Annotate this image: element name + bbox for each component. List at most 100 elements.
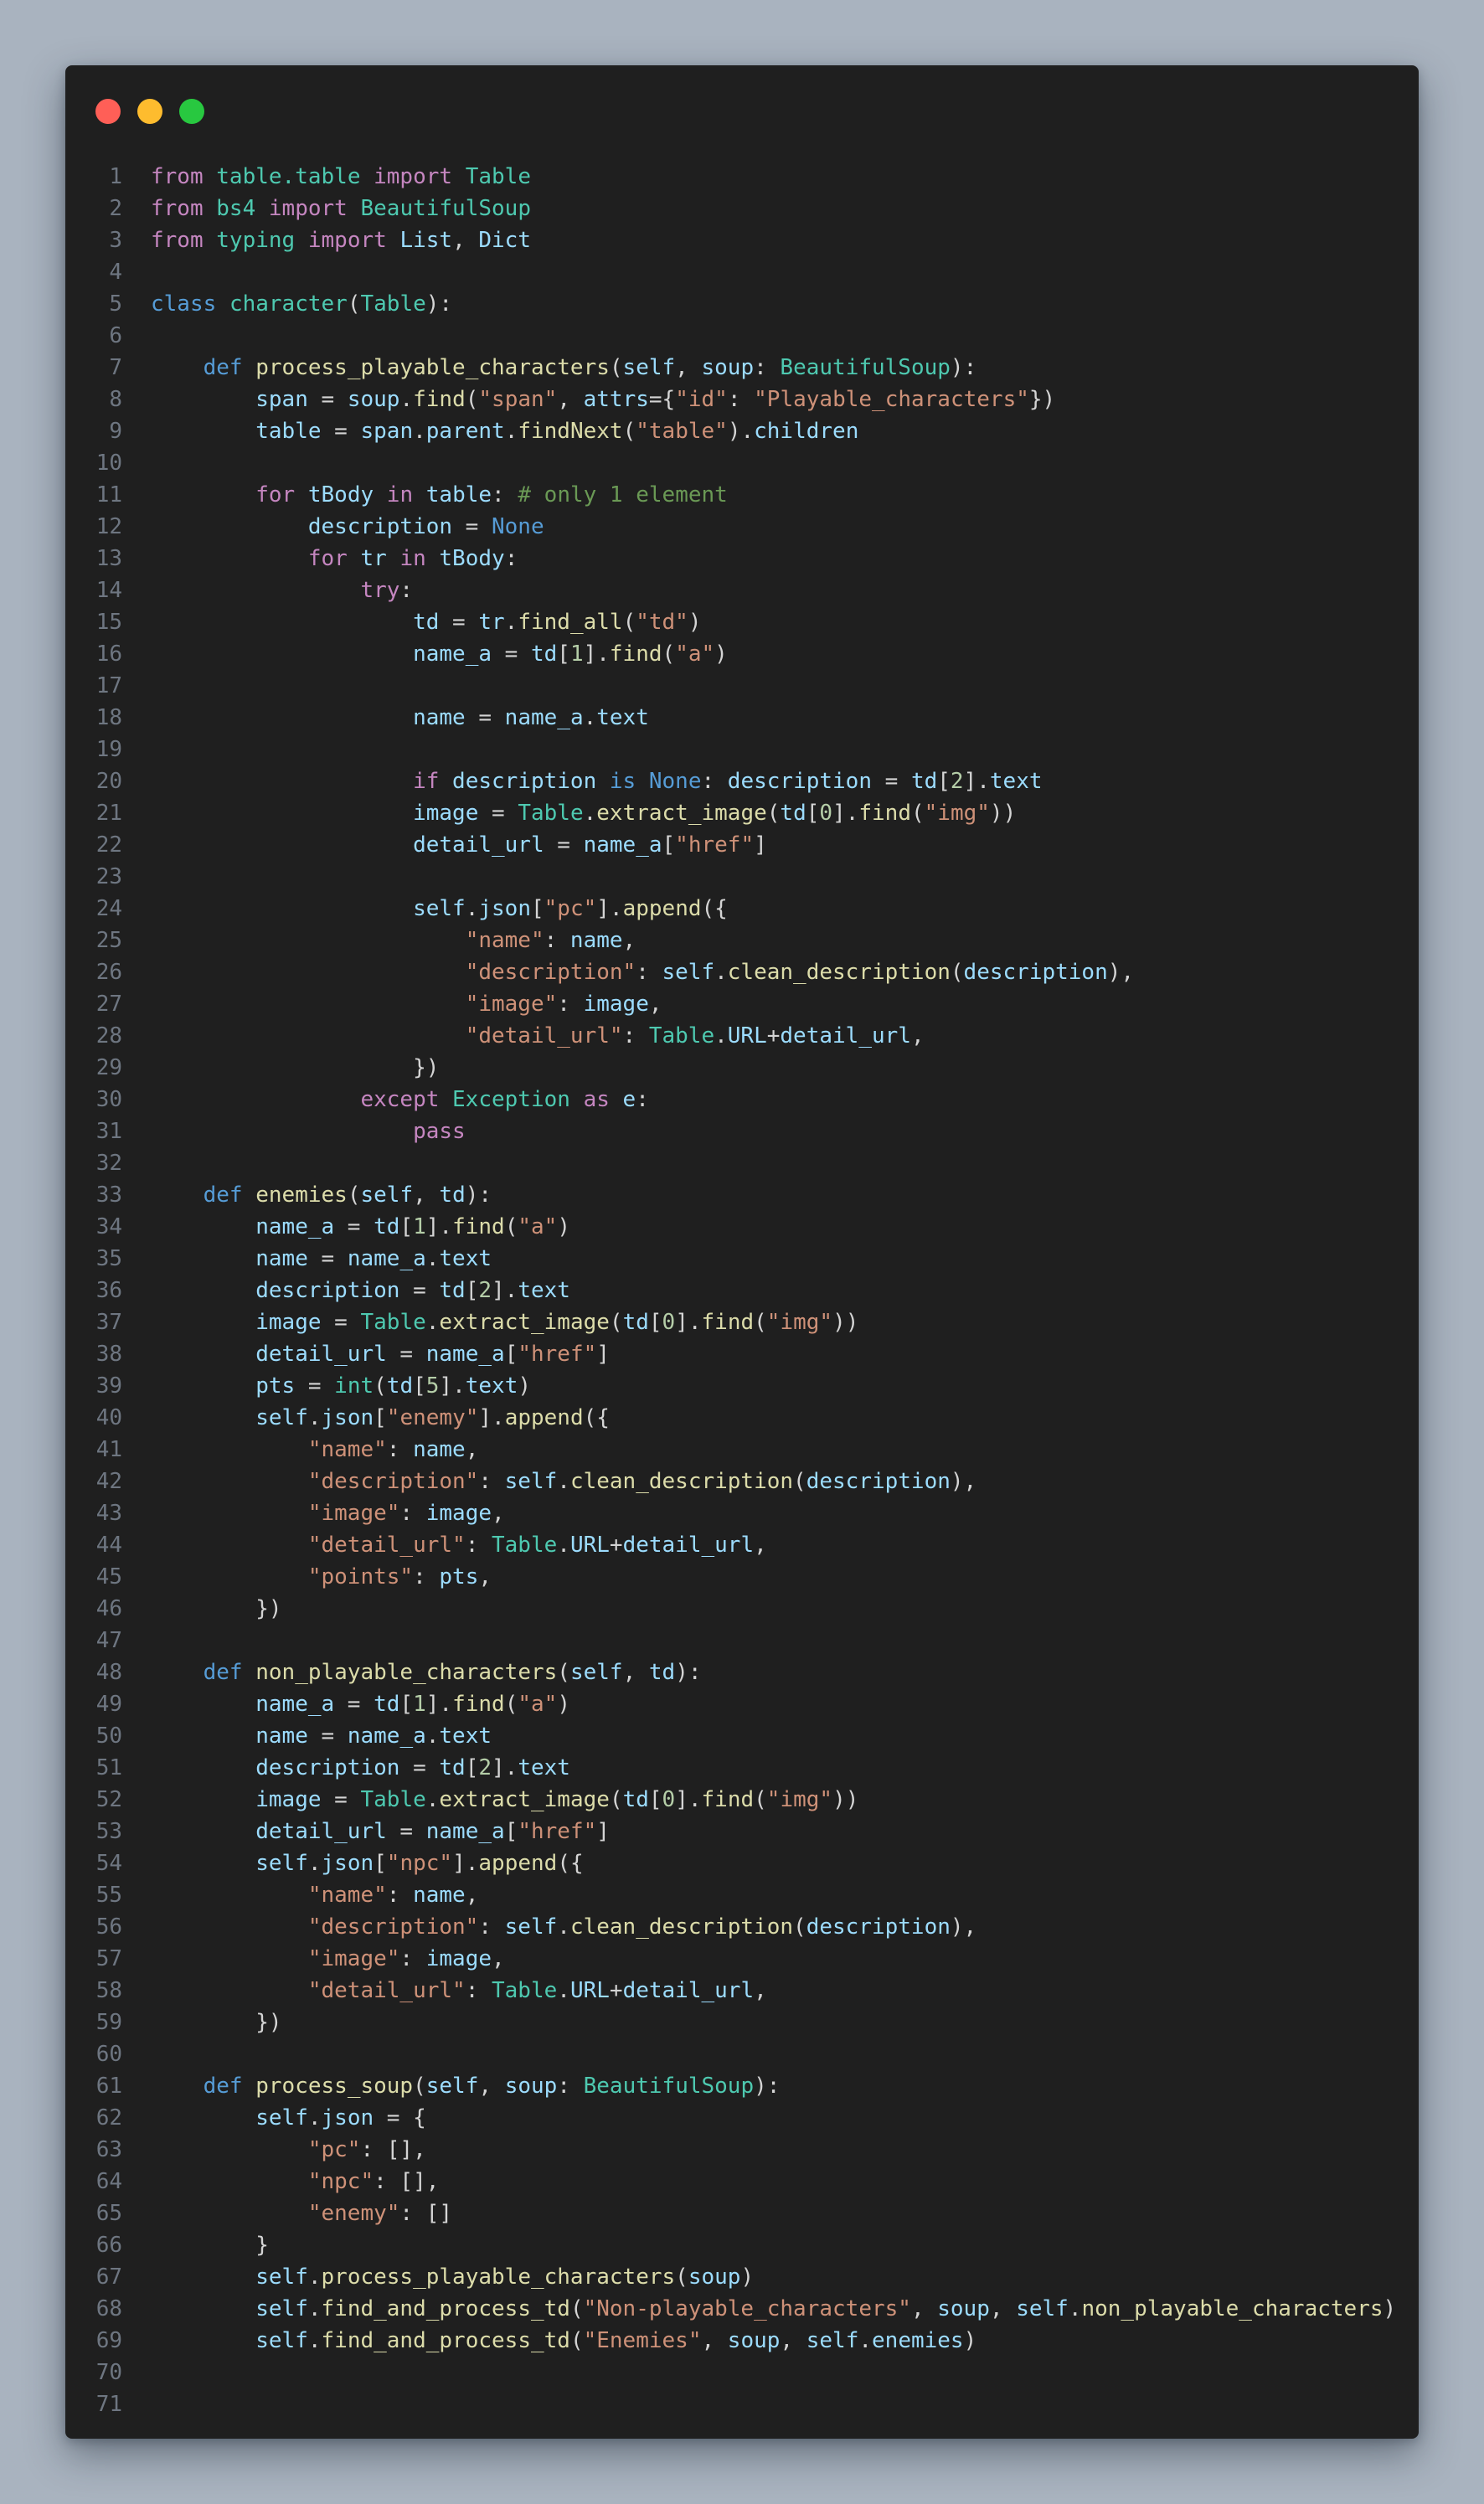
code-token: soup bbox=[727, 2328, 781, 2353]
line-source[interactable]: description = td[2].text bbox=[151, 1752, 570, 1784]
line-source[interactable]: } bbox=[151, 2229, 269, 2261]
code-token: : bbox=[465, 1978, 492, 2003]
line-source[interactable]: name_a = td[1].find("a") bbox=[151, 1688, 570, 1720]
line-source[interactable]: }) bbox=[151, 2007, 281, 2038]
line-source[interactable]: from typing import List, Dict bbox=[151, 224, 531, 256]
line-source[interactable]: "image": image, bbox=[151, 1497, 505, 1529]
line-source[interactable]: self.process_playable_characters(soup) bbox=[151, 2261, 754, 2293]
line-source[interactable]: "detail_url": Table.URL+detail_url, bbox=[151, 1529, 767, 1561]
line-source[interactable]: self.find_and_process_td("Non-playable_c… bbox=[151, 2293, 1396, 2325]
line-source[interactable]: from bs4 import BeautifulSoup bbox=[151, 193, 531, 224]
line-source[interactable]: "points": pts, bbox=[151, 1561, 492, 1593]
line-source[interactable]: self.json["pc"].append({ bbox=[151, 893, 728, 925]
line-source[interactable]: except Exception as e: bbox=[151, 1084, 649, 1115]
code-token: Table bbox=[648, 1023, 715, 1048]
line-source[interactable]: "image": image, bbox=[151, 1943, 505, 1975]
code-token: td bbox=[374, 1214, 400, 1239]
line-source[interactable]: }) bbox=[151, 1593, 281, 1625]
code-token: clean_description bbox=[569, 1914, 794, 1940]
line-source[interactable]: image = Table.extract_image(td[0].find("… bbox=[151, 797, 1016, 829]
code-token: , bbox=[754, 1533, 767, 1558]
line-source[interactable]: name_a = td[1].find("a") bbox=[151, 638, 728, 670]
line-source[interactable]: "description": self.clean_description(de… bbox=[151, 956, 1134, 988]
line-number: 7 bbox=[109, 355, 122, 380]
line-source[interactable]: from table.table import Table bbox=[151, 161, 531, 193]
line-source[interactable]: pts = int(td[5].text) bbox=[151, 1370, 531, 1402]
line-number: 17 bbox=[95, 673, 122, 698]
minimize-dot-icon[interactable] bbox=[137, 99, 162, 124]
line-source[interactable]: name = name_a.text bbox=[151, 702, 649, 734]
code-token: . bbox=[307, 2264, 322, 2290]
code-token: . bbox=[557, 1533, 570, 1558]
code-token: enemies bbox=[872, 2328, 964, 2353]
line-source[interactable]: }) bbox=[151, 1052, 439, 1084]
line-source[interactable]: "name": name, bbox=[151, 925, 636, 956]
line-source[interactable]: for tr in tBody: bbox=[151, 543, 518, 574]
line-source[interactable]: table = span.parent.findNext("table").ch… bbox=[151, 415, 858, 447]
code-token: [ bbox=[399, 1692, 414, 1717]
code-token: . bbox=[557, 1978, 570, 2003]
code-token: Table bbox=[518, 801, 584, 826]
code-token: attrs bbox=[583, 387, 649, 412]
line-source[interactable]: detail_url = name_a["href"] bbox=[151, 1338, 610, 1370]
line-source[interactable]: detail_url = name_a["href"] bbox=[151, 1816, 610, 1847]
line-source[interactable]: "detail_url": Table.URL+detail_url, bbox=[151, 1975, 767, 2007]
line-source[interactable]: "image": image, bbox=[151, 988, 662, 1020]
line-source[interactable]: "description": self.clean_description(de… bbox=[151, 1466, 976, 1497]
close-dot-icon[interactable] bbox=[95, 99, 121, 124]
line-source[interactable]: "enemy": [] bbox=[151, 2197, 452, 2229]
code-token: name_a bbox=[425, 1819, 505, 1844]
line-source[interactable]: "name": name, bbox=[151, 1434, 479, 1466]
line-source[interactable]: description = None bbox=[151, 511, 544, 543]
code-token: ( bbox=[950, 960, 964, 985]
code-token: json bbox=[478, 896, 531, 921]
code-token: : bbox=[557, 2074, 584, 2099]
line-source[interactable]: class character(Table): bbox=[151, 288, 452, 320]
code-token: : bbox=[636, 1087, 649, 1112]
code-token: . bbox=[425, 1787, 440, 1812]
line-source[interactable]: name = name_a.text bbox=[151, 1720, 492, 1752]
line-source[interactable]: name = name_a.text bbox=[151, 1243, 492, 1275]
line-source[interactable]: image = Table.extract_image(td[0].find("… bbox=[151, 1784, 858, 1816]
code-token: description bbox=[963, 960, 1108, 985]
line-source[interactable]: for tBody in table: # only 1 element bbox=[151, 479, 728, 511]
line-source[interactable]: def enemies(self, td): bbox=[151, 1179, 492, 1211]
line-source[interactable]: span = soup.find("span", attrs={"id": "P… bbox=[151, 384, 1055, 415]
maximize-dot-icon[interactable] bbox=[179, 99, 204, 124]
line-source[interactable]: "detail_url": Table.URL+detail_url, bbox=[151, 1020, 925, 1052]
line-number: 60 bbox=[95, 2042, 122, 2067]
line-source[interactable]: def non_playable_characters(self, td): bbox=[151, 1656, 702, 1688]
line-number: 1 bbox=[109, 164, 122, 189]
line-source[interactable]: "name": name, bbox=[151, 1879, 479, 1911]
line-source[interactable]: try: bbox=[151, 574, 413, 606]
line-number: 16 bbox=[95, 641, 122, 667]
line-number: 53 bbox=[95, 1819, 122, 1844]
line-source[interactable]: detail_url = name_a["href"] bbox=[151, 829, 767, 861]
line-source[interactable]: "pc": [], bbox=[151, 2134, 426, 2166]
line-source[interactable]: if description is None: description = td… bbox=[151, 765, 1042, 797]
line-source[interactable]: self.json["enemy"].append({ bbox=[151, 1402, 610, 1434]
line-source[interactable]: def process_soup(self, soup: BeautifulSo… bbox=[151, 2070, 781, 2102]
line-source[interactable]: self.find_and_process_td("Enemies", soup… bbox=[151, 2325, 976, 2357]
line-source[interactable]: def process_playable_characters(self, so… bbox=[151, 352, 977, 384]
line-number: 59 bbox=[95, 2010, 122, 2035]
line-number: 70 bbox=[95, 2360, 122, 2385]
line-source[interactable]: description = td[2].text bbox=[151, 1275, 570, 1306]
line-source[interactable]: self.json["npc"].append({ bbox=[151, 1847, 583, 1879]
line-source[interactable]: pass bbox=[151, 1115, 466, 1147]
line-number: 67 bbox=[95, 2264, 122, 2290]
line-source[interactable]: self.json = { bbox=[151, 2102, 426, 2134]
line-source[interactable]: "description": self.clean_description(de… bbox=[151, 1911, 976, 1943]
line-source[interactable]: "npc": [], bbox=[151, 2166, 440, 2197]
line-source[interactable]: td = tr.find_all("td") bbox=[151, 606, 701, 638]
line-source[interactable]: name_a = td[1].find("a") bbox=[151, 1211, 570, 1243]
line-source[interactable]: image = Table.extract_image(td[0].find("… bbox=[151, 1306, 858, 1338]
code-token: "detail_url" bbox=[307, 1533, 466, 1558]
code-token: )) bbox=[832, 1787, 859, 1812]
